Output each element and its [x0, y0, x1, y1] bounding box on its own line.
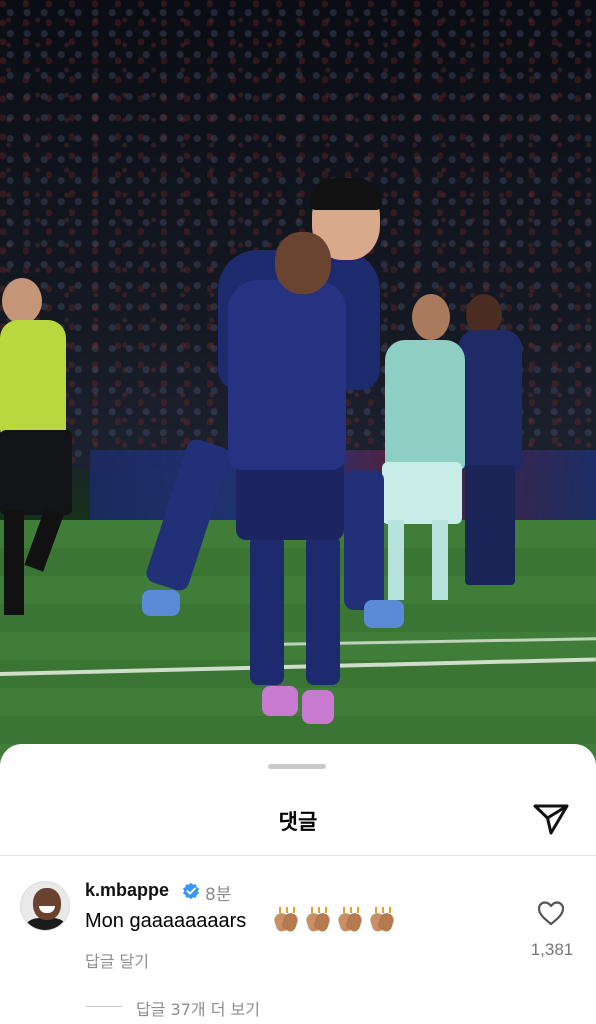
reply-button[interactable]: 답글 달기 [85, 948, 149, 972]
football-boot [364, 600, 404, 628]
replies-line [86, 1006, 122, 1007]
referee [0, 430, 72, 515]
football-boot [302, 690, 334, 724]
celebrating-player [306, 535, 340, 685]
clap-emoji [272, 907, 300, 933]
celebrating-player [228, 280, 346, 470]
view-more-replies-button[interactable]: 답글 37개 더 보기 [136, 996, 260, 1020]
background-player [458, 330, 522, 470]
comment-time: 8분 [205, 885, 232, 905]
post-photo[interactable] [0, 0, 596, 790]
referee [0, 320, 66, 435]
avatar-face [33, 888, 61, 920]
celebrating-player [344, 470, 384, 610]
divider [0, 855, 596, 856]
celebrating-player [250, 535, 284, 685]
celebrating-player [310, 178, 382, 210]
celebrating-player [275, 232, 331, 294]
paper-plane-icon[interactable] [532, 802, 570, 836]
sheet-title: 댓글 [278, 810, 318, 834]
clap-emoji [304, 907, 332, 933]
opponent-player [388, 520, 404, 600]
football-boot [142, 590, 180, 616]
opponent-player [385, 340, 465, 470]
verified-badge-icon [183, 882, 199, 900]
clap-emoji [368, 907, 396, 933]
opponent-player [432, 520, 448, 600]
referee [2, 278, 42, 324]
background-player [465, 465, 515, 585]
clap-emoji [336, 907, 364, 933]
referee [4, 510, 24, 615]
avatar[interactable] [20, 881, 70, 931]
opponent-player [412, 294, 450, 340]
football-boot [262, 686, 298, 716]
sheet-grabber[interactable] [268, 764, 326, 769]
comments-sheet: 댓글 k.mbappe 8분 Mon gaaaaaaaars 답글 달기 1,3… [0, 744, 596, 1024]
clap-emojis [272, 907, 396, 933]
comment-username[interactable]: k.mbappe [85, 880, 169, 901]
heart-icon[interactable] [537, 900, 565, 926]
opponent-player [382, 462, 462, 524]
comment-text: Mon gaaaaaaaars [85, 910, 247, 932]
like-count: 1,381 [530, 940, 574, 959]
celebrating-player [236, 460, 344, 540]
